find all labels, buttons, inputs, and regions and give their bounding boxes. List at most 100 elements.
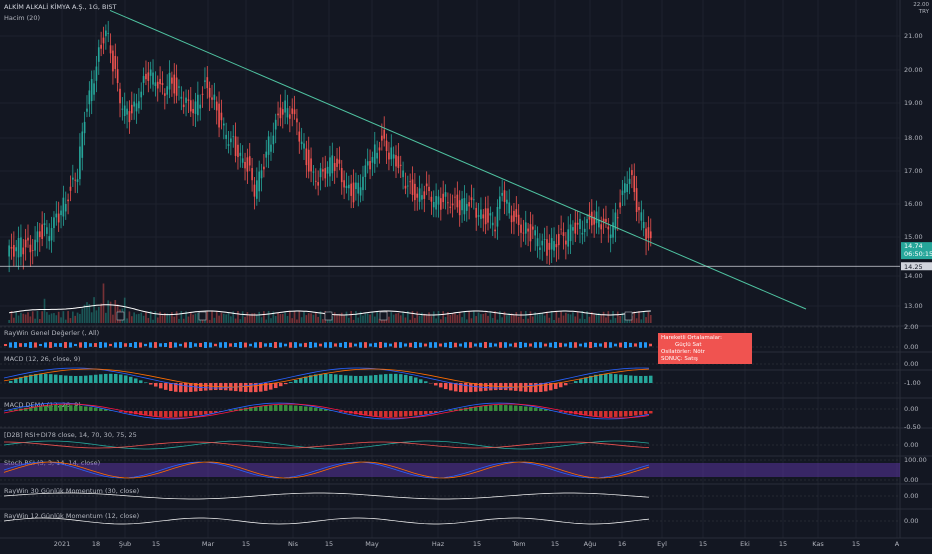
volume-bar-31 — [81, 308, 83, 323]
dema-bar-56 — [284, 405, 288, 411]
macd-bar-40 — [204, 383, 208, 391]
candle-body-63 — [157, 82, 159, 89]
macd-bar-111 — [559, 383, 563, 387]
candle-body-151 — [365, 165, 367, 177]
candle-body-111 — [270, 145, 272, 152]
genel-bar-16 — [84, 342, 87, 348]
genel-bar-125 — [629, 343, 632, 347]
candle-body-160 — [386, 141, 388, 151]
genel-bar-3 — [19, 343, 22, 347]
chart-stage[interactable]: 13.0014.0015.0016.0017.0018.0019.0020.00… — [0, 0, 932, 550]
x-tick-9: Haz — [432, 540, 445, 548]
macd-bar-77 — [389, 374, 393, 383]
volume-bar-246 — [589, 317, 591, 323]
genel-bar-58 — [294, 342, 297, 348]
genel-bar-104 — [524, 343, 527, 347]
dema-bar-37 — [189, 411, 193, 416]
dema-bar-40 — [204, 411, 208, 414]
genel-bar-88 — [444, 343, 447, 347]
volume-bar-42 — [107, 300, 109, 323]
genel-bar-18 — [94, 343, 97, 347]
volume-bar-209 — [501, 317, 503, 323]
candle-body-189 — [454, 197, 456, 198]
genel-bar-8 — [44, 342, 47, 347]
candle-body-97 — [237, 145, 239, 157]
candle-body-26 — [70, 187, 72, 191]
genel-bar-90 — [454, 343, 457, 348]
volume-bar-32 — [84, 305, 86, 323]
volume-bar-268 — [641, 319, 643, 323]
macd-bar-81 — [409, 376, 413, 383]
volume-bar-199 — [478, 312, 480, 323]
chart-canvas[interactable]: 13.0014.0015.0016.0017.0018.0019.0020.00… — [0, 0, 932, 550]
currency-box: 22.00 TRY — [913, 2, 929, 16]
signal-row-1-value: Güçlü Sat — [675, 342, 702, 348]
volume-bar-228 — [546, 312, 548, 323]
candle-body-170 — [409, 181, 411, 182]
macd-bar-64 — [324, 374, 328, 383]
volume-bar-30 — [79, 314, 81, 323]
volume-bar-120 — [291, 318, 293, 323]
candle-body-98 — [239, 153, 241, 156]
candle-body-178 — [428, 187, 430, 191]
genel-bar-9 — [49, 342, 52, 348]
d2b-label: [D2B] RSI+DI78 close, 14, 70, 30, 75, 25 — [4, 431, 137, 439]
x-tick-2: Şub — [119, 540, 131, 548]
dema-bar-99 — [499, 405, 503, 411]
volume-bar-102 — [249, 315, 251, 323]
candle-body-123 — [298, 132, 300, 142]
candle-body-114 — [277, 114, 279, 116]
candle-body-107 — [261, 170, 263, 178]
genel-bar-28 — [144, 344, 147, 346]
candle-body-117 — [284, 100, 286, 112]
candle-body-39 — [100, 45, 102, 49]
dema-bar-123 — [619, 411, 623, 417]
y-top-label: 22.00 — [913, 2, 929, 9]
volume-bar-240 — [574, 316, 576, 323]
candle-body-233 — [558, 234, 560, 245]
volume-bar-155 — [374, 317, 376, 323]
volume-bar-267 — [638, 311, 640, 323]
candle-body-17 — [48, 236, 50, 241]
genel-bar-20 — [104, 342, 107, 347]
candle-body-270 — [645, 229, 647, 240]
x-tick-18: 15 — [779, 540, 787, 548]
volume-bar-35 — [91, 312, 93, 323]
candle-body-80 — [197, 95, 199, 115]
macd-bar-76 — [384, 374, 388, 383]
candle-body-195 — [468, 202, 470, 206]
volume-bar-23 — [63, 311, 65, 323]
genel-bar-102 — [514, 343, 517, 348]
x-tick-20: 15 — [852, 540, 860, 548]
candle-body-236 — [565, 241, 567, 245]
genel-bar-33 — [169, 342, 172, 348]
candle-body-132 — [320, 168, 322, 177]
candle-body-213 — [511, 215, 513, 222]
macd-bar-37 — [189, 383, 193, 392]
candle-body-88 — [216, 102, 218, 111]
macd-bar-67 — [339, 375, 343, 383]
volume-bar-12 — [37, 311, 39, 323]
macd-bar-27 — [139, 380, 143, 383]
candle-body-69 — [171, 78, 173, 84]
candle-body-266 — [636, 188, 638, 212]
genel-bar-129 — [649, 344, 652, 347]
candle-body-168 — [405, 186, 407, 189]
genel-bar-23 — [119, 342, 122, 348]
candle-body-143 — [346, 186, 348, 188]
candle-body-157 — [379, 147, 381, 150]
macd-bar-104 — [524, 383, 528, 392]
volume-bar-45 — [114, 300, 116, 323]
candle-body-28 — [74, 180, 76, 181]
candle-body-264 — [631, 170, 633, 175]
y-tick-7: 20.00 — [904, 66, 923, 74]
dema-bar-54 — [274, 405, 278, 411]
dema-bar-53 — [269, 405, 273, 411]
volume-label: Hacim (20) — [4, 14, 40, 22]
macd_dema-tick-0: 0.00 — [904, 405, 918, 413]
candle-body-253 — [605, 219, 607, 222]
volume-bar-219 — [525, 311, 527, 323]
candle-body-64 — [159, 79, 161, 84]
volume-bar-251 — [600, 315, 602, 323]
candle-body-79 — [195, 101, 197, 113]
